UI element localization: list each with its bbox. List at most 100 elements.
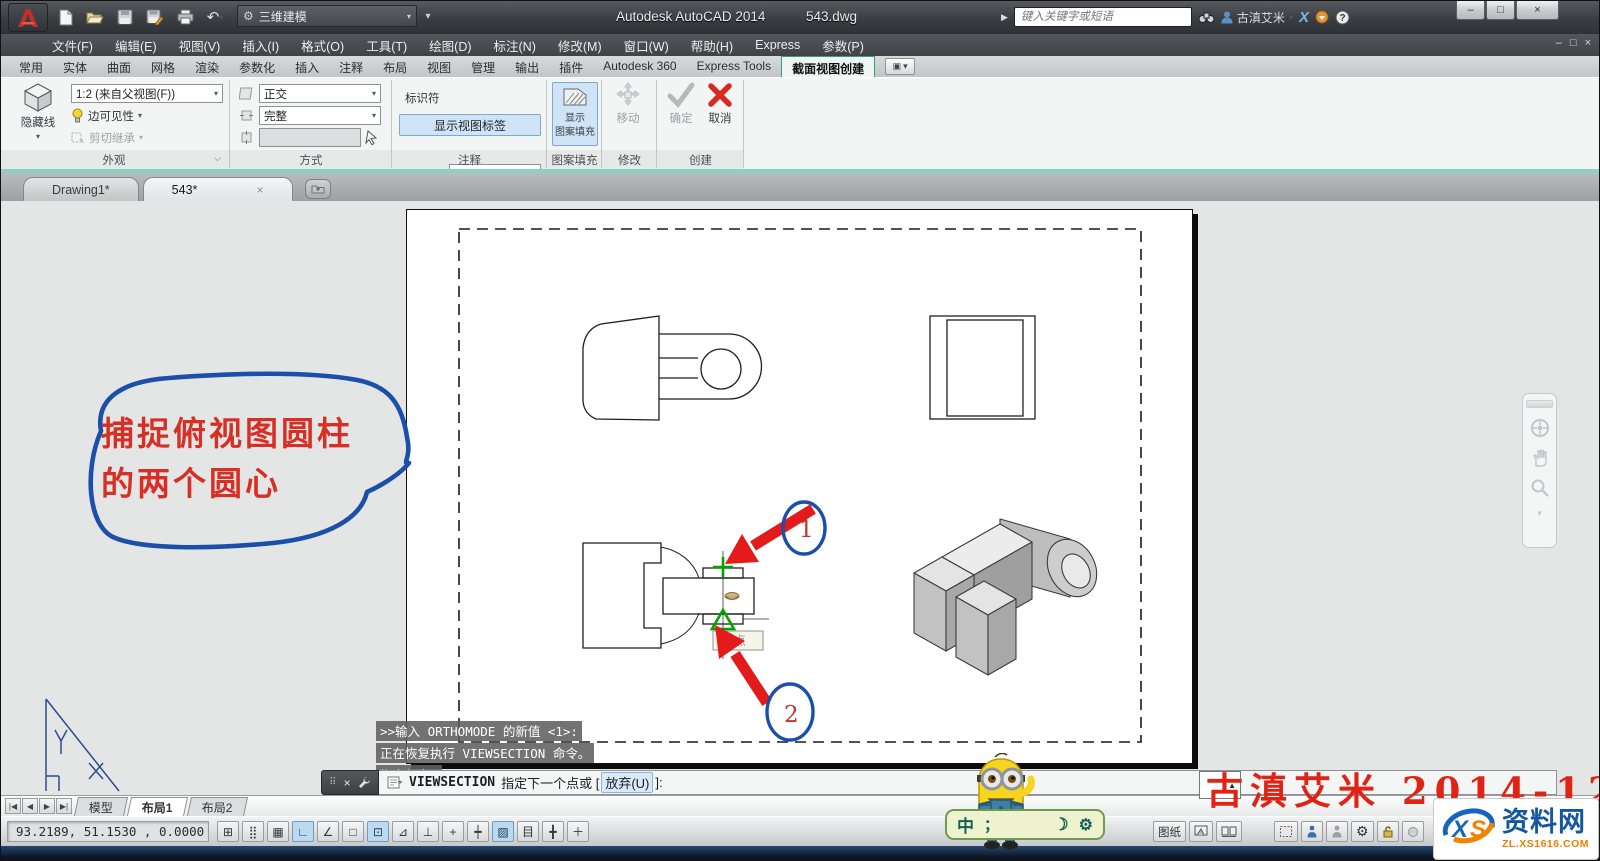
doc-minimize-button[interactable]: – [1556,37,1562,49]
show-hatch-button[interactable]: 显示 图案填充 [552,82,598,146]
quick-view-layouts-button[interactable] [1189,821,1213,842]
pick-point-button[interactable] [364,128,380,147]
doc-restore-button[interactable]: □ [1570,37,1577,49]
annotation-autoscale-button[interactable] [1326,821,1348,842]
command-close-icon[interactable]: × [344,776,351,790]
ribbon-tab-plugins[interactable]: 插件 [549,56,593,77]
zoom-icon[interactable] [1530,478,1550,498]
panel-launcher-icon[interactable]: ⌵ [214,153,221,164]
object-snap-tracking-toggle[interactable]: ⊿ [392,821,414,842]
command-option-undo[interactable]: 放弃(U) [601,772,654,793]
menu-draw[interactable]: 绘图(D) [418,34,482,56]
close-button[interactable]: × [1516,1,1559,20]
wrench-icon[interactable] [358,776,371,789]
first-layout-button[interactable]: |◀ [5,798,21,814]
view-scale-dropdown[interactable]: 1:2 (来自父视图(F)) ▾ [71,84,223,103]
navbar-handle[interactable] [1526,400,1553,408]
hatch-panel-label[interactable]: 图案填充 [548,152,601,168]
workspace-switching-button[interactable]: ⚙ [1351,821,1374,842]
ribbon-tab-autodesk360[interactable]: Autodesk 360 [593,56,686,77]
menu-parametric[interactable]: 参数(P) [811,34,875,56]
toolbar-overflow-button[interactable]: ▾ [421,5,435,27]
menu-window[interactable]: 窗口(W) [613,34,680,56]
menu-file[interactable]: 文件(F) [41,34,104,56]
undo-button[interactable]: ↶ ▾ [203,6,227,28]
pan-hand-icon[interactable] [1530,448,1550,468]
drag-grip-icon[interactable]: ⠿ [329,777,336,788]
ribbon-tab-layout[interactable]: 布局 [373,56,417,77]
infocenter-expand-icon[interactable]: ▶ [1001,12,1008,23]
appearance-panel-label[interactable]: 外观 ⌵ [1,152,227,168]
new-file-button[interactable] [53,6,77,28]
ime-settings-gear-icon[interactable]: ⚙ [1079,815,1093,835]
signin-user[interactable]: 古滇艾米 ▾ [1221,9,1293,26]
menu-modify[interactable]: 修改(M) [547,34,613,56]
search-go-button[interactable] [1198,11,1215,24]
model-tab[interactable]: 模型 [73,796,129,816]
menu-dimension[interactable]: 标注(N) [483,34,547,56]
ribbon-tab-output[interactable]: 输出 [505,56,549,77]
dynamic-ucs-toggle[interactable]: ⊥ [417,821,439,842]
ribbon-minimize-button[interactable]: ▣ ▾ [885,58,916,75]
menu-view[interactable]: 视图(V) [168,34,232,56]
steering-wheel-icon[interactable] [1530,418,1550,438]
layout2-tab[interactable]: 布局2 [186,796,248,816]
ribbon-tab-home[interactable]: 常用 [9,56,53,77]
selection-cycling-toggle[interactable]: ╋ [542,821,564,842]
modify-panel-label[interactable]: 修改 [603,152,656,168]
grid-display-toggle[interactable]: ▦ [267,821,289,842]
ribbon-tab-insert[interactable]: 插入 [285,56,329,77]
menu-help[interactable]: 帮助(H) [680,34,744,56]
quick-properties-toggle[interactable]: 目 [517,821,539,842]
minimize-button[interactable]: – [1456,1,1485,20]
transparency-toggle[interactable]: ▨ [492,821,514,842]
last-layout-button[interactable]: ▶| [56,798,72,814]
ribbon-tab-surface[interactable]: 曲面 [97,56,141,77]
cancel-button[interactable]: 取消 [702,82,738,146]
edge-visibility-button[interactable]: 边可见性 ▾ [71,106,142,125]
ribbon-tab-view[interactable]: 视图 [417,56,461,77]
snap-mode-toggle[interactable]: ⊞ [217,821,239,842]
file-tab-drawing1[interactable]: Drawing1* [23,177,139,201]
clean-screen-button[interactable] [1401,821,1424,842]
search-input[interactable] [1013,7,1192,27]
command-bar-handle[interactable]: ⠿ × [321,770,379,795]
exchange-apps-button[interactable]: X [1299,9,1309,26]
toolbar-lock-button[interactable] [1376,821,1399,842]
ime-language-button[interactable]: 中 [957,812,974,837]
object-snap-3d-toggle[interactable]: ⊡ [367,821,389,842]
paper-model-button[interactable]: 图纸 [1153,821,1186,842]
annotation-panel-label[interactable]: 注释 [393,152,546,168]
ribbon-tab-manage[interactable]: 管理 [461,56,505,77]
menu-format[interactable]: 格式(O) [290,34,355,56]
new-drawing-tab-button[interactable] [304,179,331,199]
hidden-lines-button[interactable]: 隐藏线 ▾ [9,82,67,146]
polar-tracking-toggle[interactable]: ∠ [317,821,339,842]
selection-preview-button[interactable] [1274,821,1298,842]
coordinate-readout[interactable]: 93.2189, 51.1530 , 0.0000 [7,821,209,842]
ortho-dropdown[interactable]: 正交 ▾ [259,84,381,103]
plot-button[interactable] [173,6,197,28]
create-panel-label[interactable]: 创建 [658,152,743,168]
help-button[interactable]: ? [1335,10,1350,25]
ribbon-tab-express-tools[interactable]: Express Tools [687,56,781,77]
grid-snap-toggle[interactable]: ⣿ [242,821,264,842]
workspace-dropdown[interactable]: ⚙ 三维建模 ▾ [237,5,417,27]
ortho-mode-toggle[interactable]: ∟ [292,821,314,842]
ribbon-tab-section-view-creation[interactable]: 截面视图创建 [781,56,876,77]
recent-commands-icon[interactable] [387,776,403,790]
navigation-bar[interactable]: ▾ [1522,393,1557,548]
menu-express[interactable]: Express [744,34,811,56]
quick-view-drawings-button[interactable] [1216,821,1242,842]
undo-dropdown-icon[interactable]: ▾ [219,13,223,22]
annotation-monitor-toggle[interactable]: ＋ [567,821,589,842]
menu-tools[interactable]: 工具(T) [355,34,418,56]
save-button[interactable] [113,6,137,28]
open-file-button[interactable] [83,6,107,28]
ribbon-tab-solid[interactable]: 实体 [53,56,97,77]
communication-center-button[interactable] [1315,10,1329,24]
next-layout-button[interactable]: ▶ [39,798,55,814]
app-menu-button[interactable] [8,3,48,32]
annotation-visibility-button[interactable] [1301,821,1323,842]
method-panel-label[interactable]: 方式 [231,152,391,168]
